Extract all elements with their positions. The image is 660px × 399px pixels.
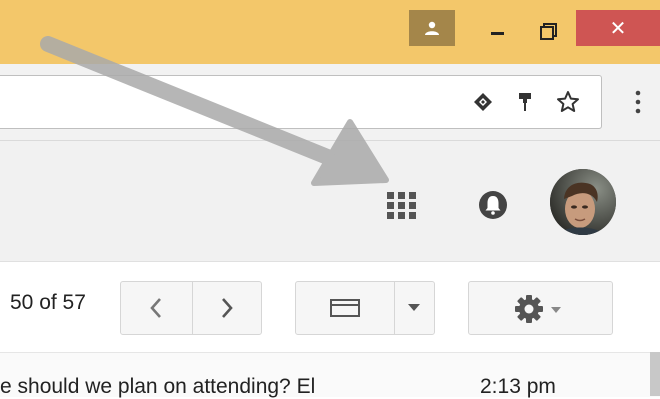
pin-icon[interactable] bbox=[513, 90, 537, 114]
mail-list-row[interactable]: e should we plan on attending? El 2:13 p… bbox=[0, 352, 660, 398]
extension-icon[interactable] bbox=[471, 90, 495, 114]
density-icon bbox=[330, 299, 360, 317]
display-density-button[interactable] bbox=[296, 282, 394, 334]
avatar-photo bbox=[550, 169, 616, 235]
maximize-icon bbox=[540, 26, 554, 40]
pager-button-group bbox=[120, 281, 262, 335]
bell-icon[interactable] bbox=[470, 182, 516, 228]
maximize-button[interactable] bbox=[524, 10, 574, 46]
profile-button[interactable] bbox=[409, 10, 455, 46]
star-icon[interactable] bbox=[556, 90, 580, 114]
window-titlebar: ✕ bbox=[0, 0, 660, 64]
pagination-count: 50 of 57 bbox=[10, 291, 86, 314]
address-bar[interactable] bbox=[0, 75, 602, 129]
close-button[interactable]: ✕ bbox=[576, 10, 660, 46]
chevron-left-icon bbox=[150, 298, 161, 318]
apps-grid-icon[interactable] bbox=[384, 187, 420, 223]
settings-button[interactable] bbox=[468, 281, 613, 335]
person-icon bbox=[425, 21, 439, 35]
newer-button[interactable] bbox=[193, 282, 262, 334]
density-dropdown-button[interactable] bbox=[395, 282, 435, 334]
older-button[interactable] bbox=[121, 282, 192, 334]
caret-down-icon bbox=[551, 307, 561, 313]
browser-toolbar bbox=[0, 64, 660, 141]
scrollbar[interactable] bbox=[650, 352, 660, 396]
mail-time: 2:13 pm bbox=[480, 375, 556, 398]
chevron-right-icon bbox=[222, 298, 233, 318]
more-vert-icon[interactable] bbox=[628, 88, 648, 116]
minimize-button[interactable] bbox=[472, 10, 522, 46]
close-icon: ✕ bbox=[609, 17, 627, 40]
gmail-header bbox=[0, 141, 660, 262]
gear-icon bbox=[515, 295, 543, 323]
density-button-group bbox=[295, 281, 435, 335]
caret-down-icon bbox=[408, 304, 420, 311]
avatar[interactable] bbox=[550, 169, 616, 235]
mail-toolbar: 50 of 57 bbox=[0, 262, 660, 352]
mail-snippet: e should we plan on attending? El bbox=[0, 375, 316, 398]
